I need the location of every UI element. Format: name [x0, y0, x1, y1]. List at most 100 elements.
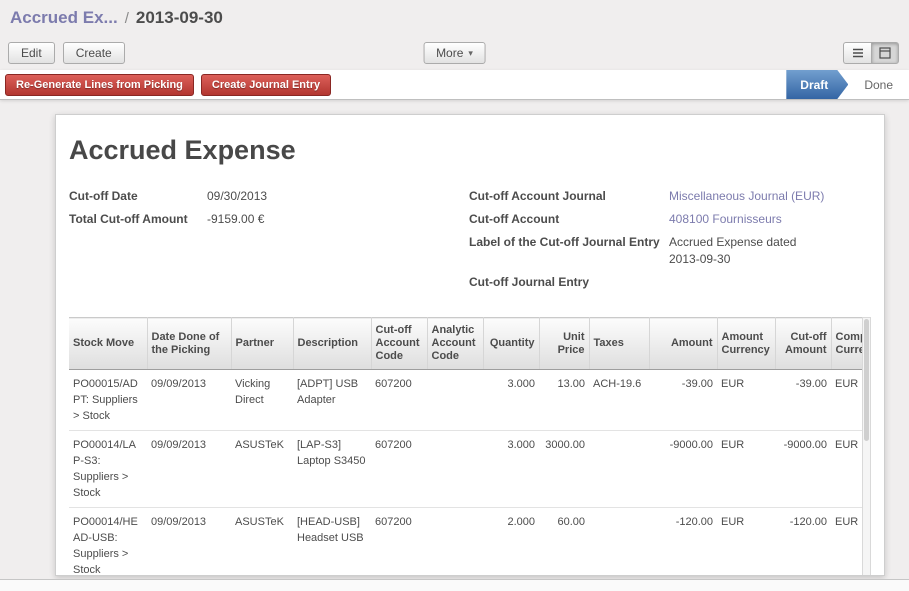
list-view-button[interactable] [843, 42, 871, 64]
field-label: Label of the Cut-off Journal Entry [469, 234, 669, 268]
breadcrumb-separator: / [125, 10, 129, 27]
column-header[interactable]: Cut-off Amount [775, 318, 831, 370]
journal-entry-label-value: Accrued Expense dated 2013-09-30 [669, 234, 819, 268]
table-cell: EUR [717, 431, 775, 508]
field-cutoff-account-journal: Cut-off Account Journal Miscellaneous Jo… [469, 188, 871, 205]
table-cell: 607200 [371, 508, 427, 577]
page-title: Accrued Expense [69, 135, 871, 166]
table-cell: -9000.00 [649, 431, 717, 508]
table-cell: PO00014/HEAD-USB: Suppliers > Stock [69, 508, 147, 577]
cutoff-account-journal-link[interactable]: Miscellaneous Journal (EUR) [669, 188, 824, 205]
table-cell: [LAP-S3] Laptop S3450 [293, 431, 371, 508]
table-cell [589, 431, 649, 508]
table-row[interactable]: PO00014/HEAD-USB: Suppliers > Stock09/09… [69, 508, 871, 577]
table-cell: [ADPT] USB Adapter [293, 370, 371, 431]
table-cell [589, 508, 649, 577]
field-group-left: Cut-off Date 09/30/2013 Total Cut-off Am… [69, 188, 469, 297]
scrollbar-thumb[interactable] [864, 319, 869, 441]
breadcrumb-parent-link[interactable]: Accrued Ex... [10, 8, 118, 28]
table-cell: ACH-19.6 [589, 370, 649, 431]
table-cell [427, 370, 483, 431]
table-cell: 3.000 [483, 431, 539, 508]
column-header[interactable]: Date Done of the Picking [147, 318, 231, 370]
table-cell: 09/09/2013 [147, 370, 231, 431]
table-cell: 60.00 [539, 508, 589, 577]
toolbar: Edit Create More ▾ [0, 36, 909, 70]
table-cell: PO00014/LAP-S3: Suppliers > Stock [69, 431, 147, 508]
table-cell: 3.000 [483, 370, 539, 431]
field-group-right: Cut-off Account Journal Miscellaneous Jo… [469, 188, 871, 297]
table-cell: 607200 [371, 370, 427, 431]
column-header[interactable]: Analytic Account Code [427, 318, 483, 370]
list-view-icon [852, 47, 864, 59]
bottom-strip [0, 579, 909, 591]
table-cell [427, 431, 483, 508]
column-header[interactable]: Unit Price [539, 318, 589, 370]
field-total-cutoff-amount: Total Cut-off Amount -9159.00 € [69, 211, 469, 228]
table-cell [427, 508, 483, 577]
field-label: Total Cut-off Amount [69, 211, 207, 228]
table-cell: 09/09/2013 [147, 431, 231, 508]
table-cell: -120.00 [775, 508, 831, 577]
table-cell: ASUSTeK [231, 508, 293, 577]
table-cell: EUR [717, 508, 775, 577]
column-header[interactable]: Stock Move [69, 318, 147, 370]
table-cell: -9000.00 [775, 431, 831, 508]
lines-table: Stock MoveDate Done of the PickingPartne… [69, 317, 871, 576]
regenerate-lines-button[interactable]: Re-Generate Lines from Picking [5, 74, 194, 96]
field-label: Cut-off Date [69, 188, 207, 205]
create-button[interactable]: Create [63, 42, 125, 64]
create-journal-entry-button[interactable]: Create Journal Entry [201, 74, 331, 96]
table-cell: 2.000 [483, 508, 539, 577]
table-cell: -120.00 [649, 508, 717, 577]
table-cell: EUR [717, 370, 775, 431]
table-cell: [HEAD-USB] Headset USB [293, 508, 371, 577]
table-row[interactable]: PO00014/LAP-S3: Suppliers > Stock09/09/2… [69, 431, 871, 508]
field-label: Cut-off Account [469, 211, 669, 228]
table-row[interactable]: PO00015/ADPT: Suppliers > Stock09/09/201… [69, 370, 871, 431]
field-cutoff-journal-entry: Cut-off Journal Entry [469, 274, 871, 291]
status-state-done[interactable]: Done [848, 70, 909, 99]
form-sheet: Accrued Expense Cut-off Date 09/30/2013 … [55, 114, 885, 576]
column-header[interactable]: Taxes [589, 318, 649, 370]
column-header[interactable]: Cut-off Account Code [371, 318, 427, 370]
breadcrumb: Accrued Ex... / 2013-09-30 [0, 0, 909, 36]
table-cell: 09/09/2013 [147, 508, 231, 577]
form-view-icon [879, 47, 891, 59]
table-cell: ASUSTeK [231, 431, 293, 508]
statusbar: Draft Done [786, 70, 909, 99]
column-header[interactable]: Amount [649, 318, 717, 370]
total-cutoff-amount-value: -9159.00 € [207, 211, 264, 228]
action-bar: Re-Generate Lines from Picking Create Jo… [0, 70, 909, 100]
edit-button[interactable]: Edit [8, 42, 55, 64]
table-cell: PO00015/ADPT: Suppliers > Stock [69, 370, 147, 431]
field-groups: Cut-off Date 09/30/2013 Total Cut-off Am… [69, 188, 871, 297]
vertical-scrollbar[interactable] [862, 317, 871, 576]
lines-list: Stock MoveDate Done of the PickingPartne… [69, 317, 871, 576]
table-cell: 607200 [371, 431, 427, 508]
table-cell: Vicking Direct [231, 370, 293, 431]
table-cell: -39.00 [649, 370, 717, 431]
table-cell: 3000.00 [539, 431, 589, 508]
form-view-button[interactable] [871, 42, 899, 64]
view-switcher [843, 42, 899, 64]
status-state-draft[interactable]: Draft [786, 70, 848, 99]
field-label: Cut-off Account Journal [469, 188, 669, 205]
breadcrumb-current: 2013-09-30 [136, 8, 223, 28]
column-header[interactable]: Quantity [483, 318, 539, 370]
field-journal-entry-label: Label of the Cut-off Journal Entry Accru… [469, 234, 871, 268]
field-label: Cut-off Journal Entry [469, 274, 669, 291]
table-cell: 13.00 [539, 370, 589, 431]
more-label: More [436, 46, 463, 60]
more-dropdown-button[interactable]: More ▾ [423, 42, 486, 64]
table-header-row: Stock MoveDate Done of the PickingPartne… [69, 318, 871, 370]
cutoff-account-link[interactable]: 408100 Fournisseurs [669, 211, 782, 228]
field-cutoff-date: Cut-off Date 09/30/2013 [69, 188, 469, 205]
column-header[interactable]: Amount Currency [717, 318, 775, 370]
table-cell: -39.00 [775, 370, 831, 431]
content-area: Accrued Expense Cut-off Date 09/30/2013 … [0, 100, 909, 579]
cutoff-date-value: 09/30/2013 [207, 188, 267, 205]
column-header[interactable]: Description [293, 318, 371, 370]
column-header[interactable]: Partner [231, 318, 293, 370]
field-cutoff-account: Cut-off Account 408100 Fournisseurs [469, 211, 871, 228]
